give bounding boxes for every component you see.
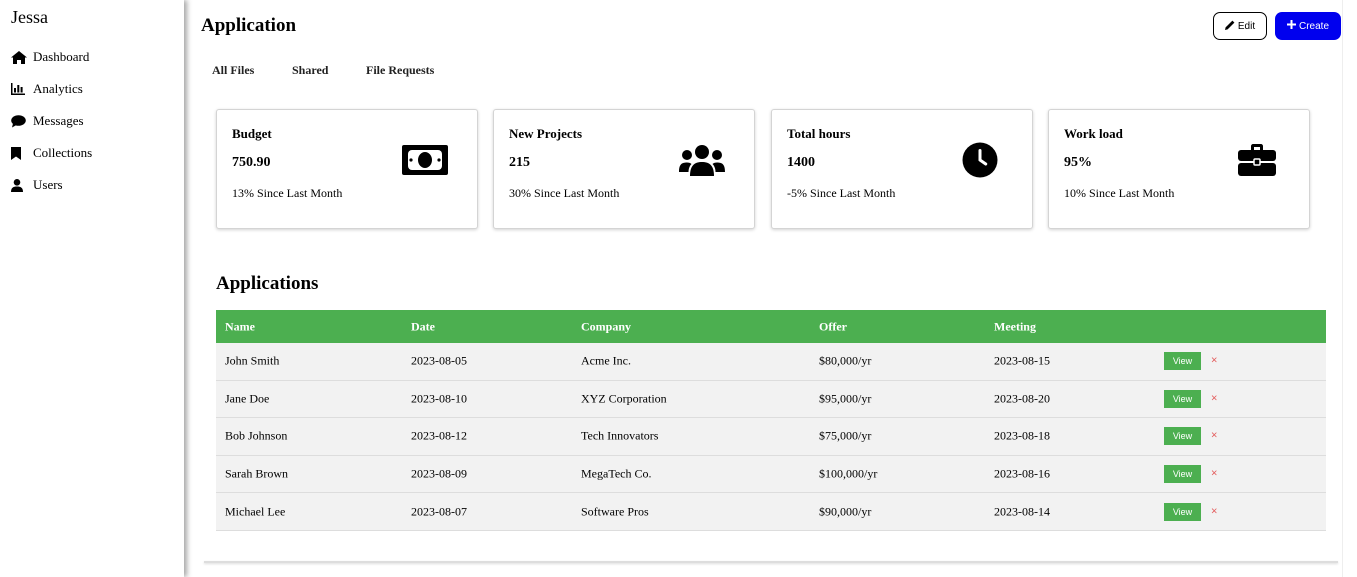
card-title: Work load xyxy=(1064,126,1123,141)
cell-meeting: 2023-08-14 xyxy=(994,504,1050,519)
cell-date: 2023-08-05 xyxy=(411,353,467,368)
cell-company: MegaTech Co. xyxy=(581,466,652,481)
delete-button[interactable]: × xyxy=(1211,392,1217,404)
view-button[interactable]: View xyxy=(1164,352,1201,371)
sidebar-item-label: Users xyxy=(33,177,63,192)
sidebar-item-analytics[interactable]: Analytics xyxy=(11,79,83,99)
stat-card-work-load: Work load 95% 10% Since Last Month xyxy=(1048,109,1310,229)
chat-bubble-icon xyxy=(11,114,29,128)
cell-offer: $90,000/yr xyxy=(819,504,872,519)
stat-card-budget: Budget 750.90 13% Since Last Month xyxy=(216,109,478,229)
card-value: 1400 xyxy=(787,155,815,170)
card-title: Budget xyxy=(232,126,272,141)
card-value: 750.90 xyxy=(232,155,271,170)
scrollbar[interactable] xyxy=(1342,0,1357,577)
delete-button[interactable]: × xyxy=(1211,355,1217,367)
card-title: New Projects xyxy=(509,126,583,141)
create-button-label: Create xyxy=(1298,20,1329,32)
cell-company: XYZ Corporation xyxy=(581,391,667,406)
column-header-offer: Offer xyxy=(819,319,847,333)
card-title: Total hours xyxy=(787,126,851,141)
table-row: Michael Lee 2023-08-07 Software Pros $90… xyxy=(216,493,1326,531)
sidebar-item-messages[interactable]: Messages xyxy=(11,111,84,131)
cell-offer: $100,000/yr xyxy=(819,466,878,481)
column-header-date: Date xyxy=(411,319,435,333)
tab-file-requests[interactable]: File Requests xyxy=(366,63,434,78)
table-row: Jane Doe 2023-08-10 XYZ Corporation $95,… xyxy=(216,380,1326,419)
sidebar: Jessa Dashboard Analytics Messages Colle… xyxy=(0,0,184,577)
column-header-name: Name xyxy=(225,319,255,333)
cell-name: Bob Johnson xyxy=(225,428,288,443)
cell-name: Jane Doe xyxy=(225,391,270,406)
bar-chart-icon xyxy=(11,83,29,95)
sidebar-item-label: Messages xyxy=(33,113,84,128)
sidebar-item-label: Dashboard xyxy=(33,49,90,64)
cell-meeting: 2023-08-15 xyxy=(994,353,1050,368)
money-bill-icon xyxy=(401,140,449,180)
card-note: 13% Since Last Month xyxy=(232,186,343,200)
delete-button[interactable]: × xyxy=(1211,505,1217,517)
sidebar-item-collections[interactable]: Collections xyxy=(11,143,92,163)
view-button[interactable]: View xyxy=(1164,465,1201,484)
cell-offer: $75,000/yr xyxy=(819,428,872,443)
cell-meeting: 2023-08-16 xyxy=(994,466,1050,481)
cell-name: Sarah Brown xyxy=(225,466,288,481)
tab-shared[interactable]: Shared xyxy=(292,63,328,78)
edit-button[interactable]: Edit xyxy=(1213,12,1267,40)
main-content: Application Edit Create All Files Shared… xyxy=(184,0,1357,577)
pencil-icon xyxy=(1224,20,1235,33)
edit-button-label: Edit xyxy=(1237,20,1256,32)
cell-date: 2023-08-07 xyxy=(411,504,467,519)
home-icon xyxy=(11,50,29,64)
table-row: John Smith 2023-08-05 Acme Inc. $80,000/… xyxy=(216,343,1326,381)
tab-all-files[interactable]: All Files xyxy=(212,63,254,78)
delete-button[interactable]: × xyxy=(1211,467,1217,479)
column-header-meeting: Meeting xyxy=(994,319,1036,333)
table-header: Name Date Company Offer Meeting xyxy=(216,310,1326,343)
applications-table: Name Date Company Offer Meeting John Smi… xyxy=(216,310,1326,531)
card-note: -5% Since Last Month xyxy=(787,186,896,200)
users-group-icon xyxy=(678,140,726,180)
card-value: 215 xyxy=(509,155,530,170)
brand-name: Jessa xyxy=(11,7,48,27)
sidebar-item-users[interactable]: Users xyxy=(11,175,63,195)
table-row: Sarah Brown 2023-08-09 MegaTech Co. $100… xyxy=(216,455,1326,494)
sidebar-item-label: Analytics xyxy=(33,81,83,96)
cell-date: 2023-08-09 xyxy=(411,466,467,481)
create-button[interactable]: Create xyxy=(1275,12,1341,40)
cell-meeting: 2023-08-20 xyxy=(994,391,1050,406)
stat-card-new-projects: New Projects 215 30% Since Last Month xyxy=(493,109,755,229)
clock-icon xyxy=(956,140,1004,180)
cell-company: Acme Inc. xyxy=(581,353,631,368)
delete-button[interactable]: × xyxy=(1211,430,1217,442)
card-note: 30% Since Last Month xyxy=(509,186,620,200)
sidebar-item-dashboard[interactable]: Dashboard xyxy=(11,47,89,67)
view-button[interactable]: View xyxy=(1164,502,1201,521)
table-row: Bob Johnson 2023-08-12 Tech Innovators $… xyxy=(216,418,1326,456)
cell-offer: $80,000/yr xyxy=(819,353,872,368)
cell-meeting: 2023-08-18 xyxy=(994,428,1050,443)
cell-name: Michael Lee xyxy=(225,504,286,519)
card-note: 10% Since Last Month xyxy=(1064,186,1175,200)
cell-company: Tech Innovators xyxy=(581,428,659,443)
applications-section-title: Applications xyxy=(216,273,319,294)
sidebar-item-label: Collections xyxy=(33,145,93,160)
user-icon xyxy=(11,178,29,192)
plus-icon xyxy=(1286,20,1296,32)
cell-date: 2023-08-10 xyxy=(411,391,467,406)
column-header-company: Company xyxy=(581,319,632,333)
page-title: Application xyxy=(201,15,297,36)
bottom-divider xyxy=(204,561,1338,563)
view-button[interactable]: View xyxy=(1164,427,1201,446)
cell-company: Software Pros xyxy=(581,504,649,519)
cell-offer: $95,000/yr xyxy=(819,391,872,406)
cell-name: John Smith xyxy=(225,353,280,368)
briefcase-icon xyxy=(1233,140,1281,180)
view-button[interactable]: View xyxy=(1164,389,1201,408)
card-value: 95% xyxy=(1064,155,1092,170)
stat-card-total-hours: Total hours 1400 -5% Since Last Month xyxy=(771,109,1033,229)
cell-date: 2023-08-12 xyxy=(411,428,467,443)
bookmark-icon xyxy=(11,146,29,160)
